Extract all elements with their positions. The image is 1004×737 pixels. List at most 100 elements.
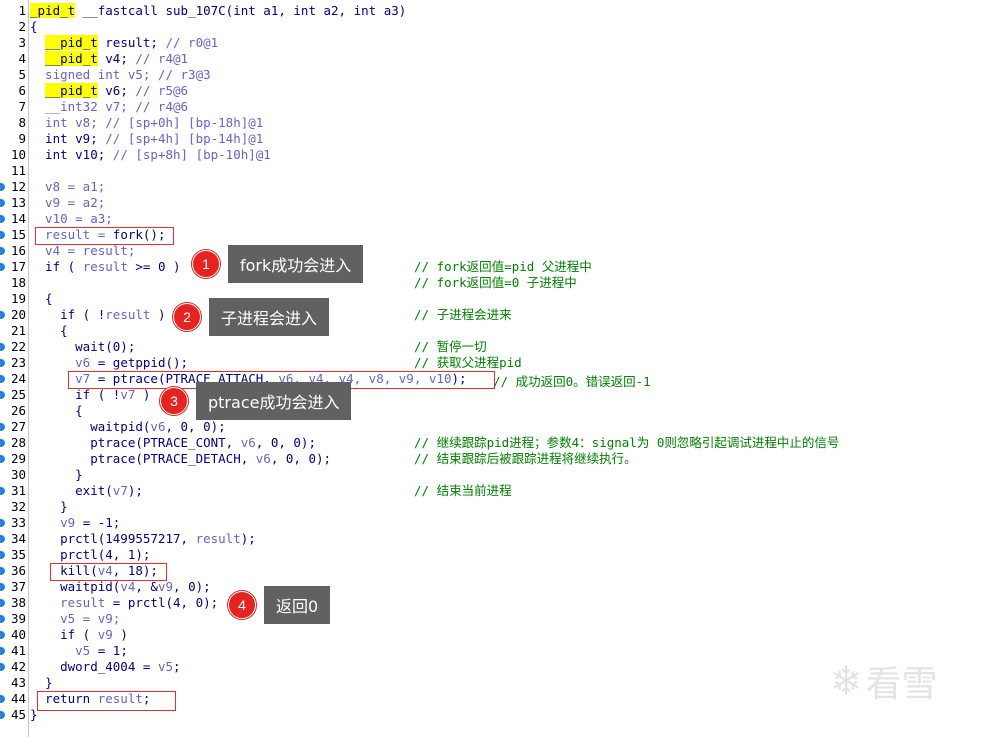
code-line[interactable]: 22 wait(0); [0,339,1004,355]
code-token: // [sp+4h] [bp-14h]@1 [105,131,264,146]
line-number: 2 [18,19,26,34]
code-text: ptrace(PTRACE_DETACH, v6, 0, 0); [30,451,331,467]
code-line[interactable]: 9 int v9; // [sp+4h] [bp-14h]@1 [0,131,1004,147]
code-token: , 0, 0); [270,451,332,466]
code-line[interactable]: 11 [0,163,1004,179]
code-text: prctl(1499557217, result); [30,531,256,547]
code-token: v6; [97,83,136,98]
code-line[interactable]: 14 v10 = a3; [0,211,1004,227]
code-token: v6 [240,435,256,450]
code-token: v6 [255,451,271,466]
code-comment: // 暂停一切 [414,339,487,354]
code-token: v9 [97,627,113,642]
code-text: if ( v9 ) [30,627,128,643]
code-line[interactable]: 12 v8 = a1; [0,179,1004,195]
code-line[interactable]: 33 v9 = -1; [0,515,1004,531]
code-text: __pid_t result; // r0@1 [30,35,218,51]
code-line[interactable]: 26 { [0,403,1004,419]
highlight-box-kill [50,563,167,581]
line-number: 1 [18,3,26,18]
code-line[interactable]: 27 waitpid(v6, 0, 0); [0,419,1004,435]
pseudocode-view[interactable]: 1 _pid_t __fastcall sub_107C(int a1, int … [0,0,1004,737]
watermark: ❄ 看雪 [833,655,938,707]
code-line[interactable]: 8 int v8; // [sp+0h] [bp-18h]@1 [0,115,1004,131]
callout-4: 4 返回0 [228,586,331,624]
code-token: ptrace(PTRACE_CONT, [30,435,241,450]
code-text: __pid_t v4; // r4@1 [30,51,188,67]
code-token: , 0, 0); [255,435,316,450]
code-comment: // 结束当前进程 [414,483,512,498]
code-line[interactable]: 40 if ( v9 ) [0,627,1004,643]
code-text: waitpid(v4, &v9, 0); [30,579,211,595]
code-token: v10 = a3; [30,211,113,226]
code-text: wait(0); [30,339,135,355]
code-text: __int32 v7; // r4@6 [30,99,188,115]
code-line[interactable]: 13 v9 = a2; [0,195,1004,211]
code-token: } [30,467,83,482]
code-text: ptrace(PTRACE_CONT, v6, 0, 0); [30,435,316,451]
code-token: result [60,595,106,610]
callout-number-badge: 1 [192,250,220,278]
line-number: 4 [18,51,26,66]
code-token: // r4@6 [135,99,189,114]
line-number: 14 [10,211,26,226]
callout-number-badge: 2 [173,303,201,331]
code-line[interactable]: 19 { [0,291,1004,307]
code-token: v7 [120,387,136,402]
code-line[interactable]: 21 { [0,323,1004,339]
code-token: , 0, 0); [165,419,226,434]
line-number: 7 [18,99,26,114]
line-number: 25 [10,387,26,402]
code-line[interactable]: 10 int v10; // [sp+8h] [bp-10h]@1 [0,147,1004,163]
code-text: exit(v7); [30,483,143,499]
code-token: v5 = v9; [60,611,121,626]
code-token: v4 [120,579,136,594]
line-number: 5 [18,67,26,82]
code-line[interactable]: 16 v4 = result; [0,243,1004,259]
callout-3: 3 ptrace成功会进入 [160,382,352,420]
code-token: , & [135,579,158,594]
code-line[interactable]: 6 __pid_t v6; // r5@6 [0,83,1004,99]
code-token: waitpid( [30,579,121,594]
code-line[interactable]: 1 _pid_t __fastcall sub_107C(int a1, int … [0,3,1004,19]
line-number: 8 [18,115,26,130]
code-text: v8 = a1; [30,179,105,195]
code-line[interactable]: 38 result = prctl(4, 0); [0,595,1004,611]
code-token: // r4@1 [135,51,189,66]
code-line[interactable]: 32 } [0,499,1004,515]
line-number: 26 [10,403,26,418]
code-line[interactable]: 37 waitpid(v4, &v9, 0); [0,579,1004,595]
callout-number-badge: 3 [160,387,188,415]
callout-label: 子进程会进入 [209,298,330,336]
code-text: __pid_t v6; // r5@6 [30,83,188,99]
code-token: _pid_t [30,3,76,18]
code-comment: // 子进程会进来 [414,307,512,322]
code-text: int v9; // [sp+4h] [bp-14h]@1 [30,131,263,147]
code-line[interactable]: 2{ [0,19,1004,35]
code-line[interactable]: 3 __pid_t result; // r0@1 [0,35,1004,51]
line-number: 12 [10,179,26,194]
code-line[interactable]: 35 prctl(4, 1); [0,547,1004,563]
code-line[interactable]: 7 __int32 v7; // r4@6 [0,99,1004,115]
code-token: // r5@6 [135,83,189,98]
line-number: 27 [10,419,26,434]
code-token: { [30,403,83,418]
code-token: // [sp+8h] [bp-10h]@1 [112,147,271,162]
code-text: { [30,19,38,35]
callout-label: ptrace成功会进入 [196,382,352,420]
code-token: result [195,531,241,546]
highlight-box-return [37,691,176,711]
code-line[interactable]: 4 __pid_t v4; // r4@1 [0,51,1004,67]
code-token: result [105,307,151,322]
code-line[interactable]: 5 signed int v5; // r3@3 [0,67,1004,83]
code-line[interactable]: 30 } [0,467,1004,483]
line-number: 37 [10,579,26,594]
line-number: 18 [10,275,26,290]
code-token: __fastcall sub_107C(int a1, int a2, int … [75,3,407,18]
code-line[interactable]: 39 v5 = v9; [0,611,1004,627]
code-line[interactable]: 34 prctl(1499557217, result); [0,531,1004,547]
code-token: ) [135,387,151,402]
